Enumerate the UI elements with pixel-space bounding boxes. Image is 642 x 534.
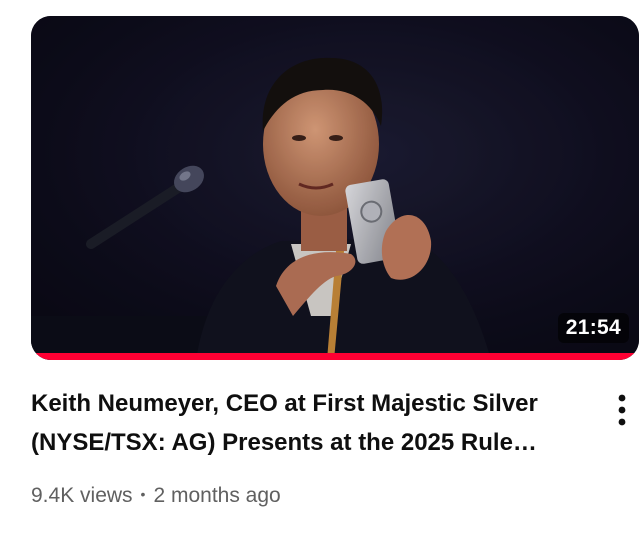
more-vert-icon — [618, 394, 626, 426]
watch-progress-bar — [31, 353, 639, 360]
video-metadata: 9.4K views • 2 months ago — [31, 480, 281, 510]
publish-date: 2 months ago — [153, 484, 281, 507]
video-card: 21:54 Keith Neumeyer, CEO at First Majes… — [0, 0, 642, 534]
duration-badge: 21:54 — [557, 313, 629, 343]
view-count: 9.4K views — [31, 484, 133, 507]
video-thumbnail[interactable]: 21:54 — [31, 16, 639, 360]
video-title[interactable]: Keith Neumeyer, CEO at First Majestic Si… — [31, 384, 591, 462]
more-actions-button[interactable] — [604, 388, 640, 432]
watch-progress-fill — [31, 353, 639, 360]
thumbnail-image — [31, 16, 639, 360]
meta-separator: • — [140, 486, 146, 502]
